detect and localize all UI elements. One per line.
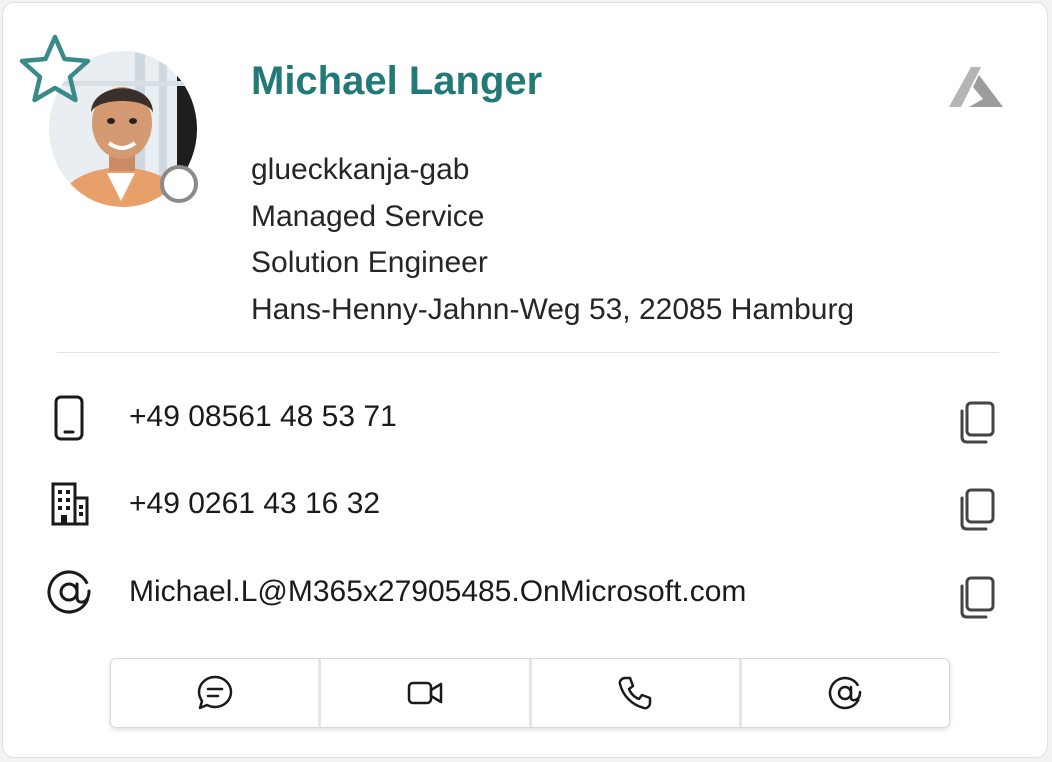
copy-icon <box>960 401 995 444</box>
contact-company: glueckkanja-gab <box>251 153 470 186</box>
email-address[interactable]: Michael.L@M365x27905485.OnMicrosoft.com <box>129 575 746 609</box>
copy-icon <box>960 576 995 619</box>
copy-work-phone-button[interactable] <box>953 484 1003 534</box>
favorite-star-button[interactable] <box>17 33 93 105</box>
contact-job-title: Solution Engineer <box>251 246 488 279</box>
chat-button[interactable] <box>111 659 322 727</box>
video-call-icon <box>407 681 443 705</box>
chat-icon <box>197 675 232 710</box>
mobile-phone-icon <box>43 395 97 443</box>
copy-email-button[interactable] <box>953 572 1003 622</box>
video-call-button[interactable] <box>321 659 532 727</box>
phone-call-icon <box>618 676 652 710</box>
contact-card: Michael Langer glueckkanja-gab Managed S… <box>2 2 1048 758</box>
contact-address: Hans-Henny-Jahnn-Weg 53, 22085 Hamburg <box>251 293 855 326</box>
action-bar <box>110 658 950 728</box>
contact-department: Managed Service <box>251 200 485 233</box>
contact-name: Michael Langer <box>251 59 543 103</box>
star-icon <box>19 34 91 103</box>
work-phone-number[interactable]: +49 0261 43 16 32 <box>129 487 380 521</box>
email-button[interactable] <box>742 659 949 727</box>
presence-status-offline <box>160 165 198 203</box>
phone-call-button[interactable] <box>532 659 742 727</box>
copy-mobile-button[interactable] <box>953 397 1003 447</box>
at-sign-icon <box>43 569 97 617</box>
copy-icon <box>960 488 995 531</box>
email-icon <box>829 676 862 710</box>
mobile-phone-number[interactable]: +49 08561 48 53 71 <box>129 400 397 434</box>
azure-logo-icon <box>947 63 1005 111</box>
building-icon <box>43 481 97 529</box>
divider <box>57 352 999 353</box>
